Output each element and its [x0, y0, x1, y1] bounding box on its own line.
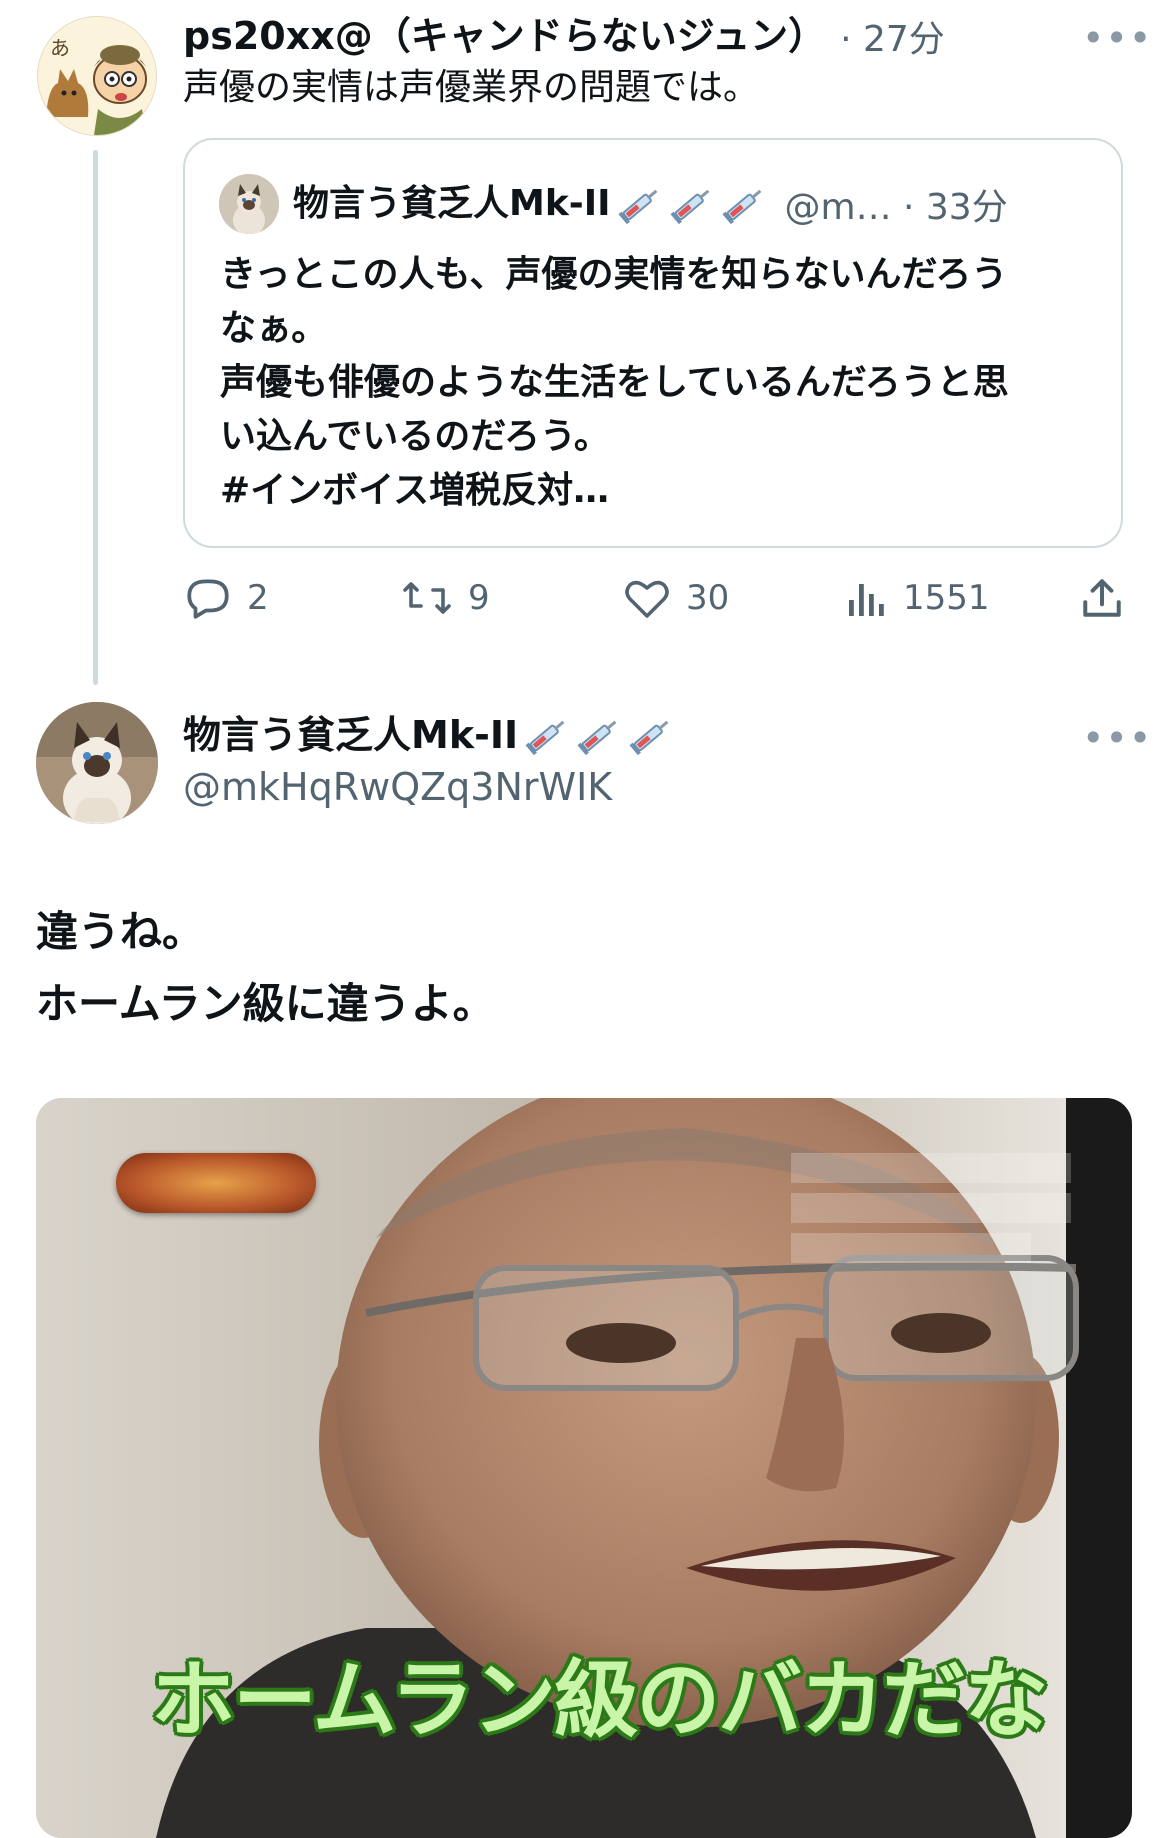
cat-avatar-icon: [36, 702, 158, 824]
parent-more-icon[interactable]: •••: [1082, 18, 1152, 58]
heart-icon: [625, 580, 669, 618]
meme-caption: ホームラン級のバカだな: [151, 1651, 1048, 1749]
like-count: 30: [686, 578, 730, 618]
bar-chart-icon: [849, 584, 884, 616]
thread-connector-line: [93, 150, 98, 685]
share-button[interactable]: [1078, 574, 1140, 622]
main-tweet-header: 物言う貧乏人Mk-II: [183, 712, 674, 758]
retweet-icon: [403, 582, 451, 614]
main-more-icon[interactable]: •••: [1082, 718, 1152, 758]
syringe-icon: [722, 189, 761, 224]
retweet-count: 9: [468, 578, 490, 618]
quoted-text-line: 声優も俳優のような生活をしているんだろうと思: [220, 362, 1009, 403]
quoted-avatar: [219, 174, 279, 234]
cartoon-avatar-icon: あ: [38, 17, 156, 135]
quoted-text-line: #インボイス増税反対…: [220, 470, 610, 511]
syringe-icon: [577, 720, 617, 755]
quoted-handle-time: @m… · 33分: [784, 187, 1008, 228]
quoted-tweet-text: きっとこの人も、声優の実情を知らないんだろう なぁ。 声優も俳優のような生活をし…: [220, 248, 1100, 518]
cat-avatar-icon: [219, 174, 279, 234]
quoted-text-line: なぁ。: [220, 308, 328, 349]
parent-tweet-header: ps20xx@（キャンドらないジュン） · 27分: [183, 10, 945, 62]
quoted-text-line: きっとこの人も、声優の実情を知らないんだろう: [220, 254, 1008, 295]
parent-display-name[interactable]: ps20xx@（キャンドらないジュン）: [183, 13, 826, 59]
parent-avatar[interactable]: あ: [37, 16, 157, 136]
quoted-tweet-card[interactable]: 物言う貧乏人Mk-II @m… · 33分 きっとこの人も、声優の実情を知らない…: [183, 138, 1123, 548]
main-display-name[interactable]: 物言う貧乏人Mk-II: [183, 712, 518, 758]
syringe-icon: [670, 189, 709, 224]
main-avatar[interactable]: [36, 702, 158, 824]
tv-show-logo: [116, 1153, 316, 1213]
retweet-button[interactable]: 9: [400, 574, 490, 622]
syringe-icon: [629, 720, 669, 755]
syringe-icon: [525, 720, 565, 755]
main-tweet-text: 違うね。 ホームラン級に違うよ。: [36, 896, 495, 1040]
parent-timestamp[interactable]: · 27分: [840, 10, 945, 62]
quoted-tweet-header: 物言う貧乏人Mk-II @m… · 33分: [293, 178, 1008, 230]
reply-count: 2: [247, 578, 269, 618]
like-button[interactable]: 30: [622, 574, 729, 622]
parent-tweet-text: 声優の実情は声優業界の問題では。: [183, 67, 760, 108]
quoted-display-name: 物言う貧乏人Mk-II: [293, 183, 611, 224]
main-text-line: 違うね。: [36, 907, 205, 956]
main-handle[interactable]: @mkHqRwQZq3NrWIK: [183, 764, 612, 810]
syringe-icon: [618, 189, 657, 224]
reply-button[interactable]: 2: [183, 574, 269, 622]
main-text-line: ホームラン級に違うよ。: [36, 979, 495, 1028]
tv-overlay-text-decoration: [791, 1153, 1071, 1263]
quoted-text-line: い込んでいるのだろう。: [220, 416, 610, 457]
views-button[interactable]: 1551: [845, 574, 990, 622]
svg-text:あ: あ: [50, 36, 70, 60]
reply-icon: [187, 579, 229, 619]
view-count: 1551: [903, 578, 990, 618]
share-icon: [1083, 579, 1121, 617]
tweet-media-image[interactable]: ホームラン級のバカだな: [36, 1098, 1132, 1838]
